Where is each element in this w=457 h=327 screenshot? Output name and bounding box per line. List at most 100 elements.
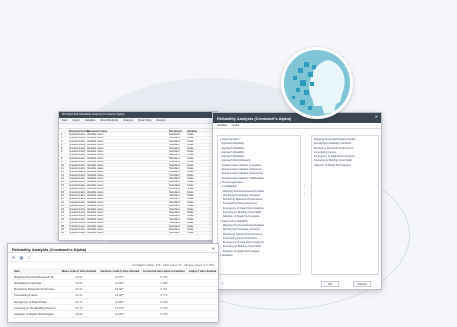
grid-cell: Scale — [187, 231, 194, 235]
table-row[interactable]: Adoption of Digital Technologies 23.02 14.… — [12, 310, 219, 318]
grid-cell: Scale — [187, 143, 194, 147]
grid-cell: Scale — [187, 163, 194, 167]
grid-cell: Scale — [187, 194, 194, 198]
grid-cell: Standard — [169, 167, 180, 170]
table-row[interactable]: 30 Questionnaire Variable name Standard Scal… — [61, 231, 215, 236]
export-icon[interactable]: ⇩ — [27, 255, 30, 260]
close-icon[interactable]: ✕ — [375, 114, 378, 119]
move-right-icon[interactable]: › — [304, 183, 309, 188]
grid-cell: Questionnaire — [69, 201, 86, 204]
grid-cell: Standard — [169, 187, 180, 191]
grid-cell: Scale — [187, 197, 194, 201]
grid-cell: Standard — [169, 170, 180, 174]
filter-icon[interactable]: ▦ — [19, 255, 23, 260]
menu-item[interactable]: Analysis — [123, 119, 133, 122]
grid-cell: 2 — [61, 136, 63, 140]
grid-cell: Variable name — [87, 153, 104, 157]
variable-tree[interactable]: ▾ Documentation Approach Reliability App… — [217, 135, 301, 275]
grid-cell: Variable name — [87, 218, 104, 221]
grid-cell: Variable name — [87, 197, 104, 201]
grid-cell: 7 — [61, 153, 63, 157]
grid-cell: 11 — [61, 167, 64, 170]
grid-cell: Questionnaire — [69, 218, 86, 221]
tab-variables[interactable]: Variables — [217, 124, 228, 127]
grid-cell: Questionnaire — [69, 143, 86, 147]
grid-cell: 26 — [61, 218, 64, 221]
grid-cell: Standard — [169, 228, 180, 231]
grid-cell: 20 — [61, 197, 64, 201]
ok-button[interactable]: OK — [321, 281, 339, 287]
grid-cell: Questionnaire — [69, 174, 86, 177]
grid-cell: Variable name — [87, 146, 104, 150]
grid-cell: Standard — [169, 231, 180, 235]
grid-cell: Variable name — [87, 143, 104, 147]
move-left-icon[interactable]: ‹ — [304, 191, 309, 196]
grid-cell: 25 — [61, 214, 64, 218]
grid-cell: Questionnaire — [69, 133, 86, 136]
close-icon[interactable]: ✕ — [212, 246, 215, 251]
grid-cell: 9 — [61, 160, 63, 164]
grid-cell: 23 — [61, 207, 64, 211]
menu-item[interactable]: Mixed Methods — [100, 119, 118, 122]
tab-codes[interactable]: Codes — [232, 124, 240, 127]
menu-item[interactable]: Import — [72, 119, 79, 122]
grid-cell: Questionnaire — [69, 231, 86, 235]
grid-cell: 8 — [61, 157, 63, 160]
grid-cell: Scale — [187, 191, 194, 194]
grid-cell: Questionnaire — [69, 180, 86, 184]
grid-cell: Questionnaire — [69, 194, 86, 198]
grid-cell: 1 — [61, 133, 63, 136]
grid-cell: Questionnaire — [69, 221, 86, 225]
dialog-tabs: Variables Codes — [213, 123, 381, 129]
grid-cell: Variable name — [87, 140, 104, 143]
grid-cell: Scale — [187, 211, 194, 214]
menu-item[interactable]: Visual Tools — [138, 119, 152, 122]
grid-cell: Variable name — [87, 231, 104, 235]
grid-cell: Standard — [169, 174, 180, 177]
grid-cell: 15 — [61, 180, 64, 184]
grid-cell: Variable name — [87, 221, 104, 225]
grid-cell: Standard — [169, 184, 180, 187]
grid-cell: Variable name — [87, 191, 104, 194]
grid-cell: 22 — [61, 204, 64, 208]
grid-cell: Questionnaire — [69, 187, 86, 191]
grid-cell: 21 — [61, 201, 64, 204]
grid-cell: Variable name — [87, 194, 104, 198]
grid-cell: Questionnaire — [69, 160, 86, 164]
grid-cell: 29 — [61, 228, 64, 231]
grid-cell: Questionnaire — [69, 177, 86, 181]
list-item[interactable]: Adoption of Digital Technologies — [314, 164, 376, 168]
menu-item[interactable]: Variables — [85, 119, 96, 122]
menu-item[interactable]: Reports — [156, 119, 165, 122]
grid-cell: Scale — [187, 177, 194, 181]
grid-cell: Questionnaire — [69, 150, 86, 153]
grid-cell: Standard — [169, 157, 180, 160]
menu-item[interactable]: Start — [62, 119, 67, 122]
grid-cell: Scale — [187, 184, 194, 187]
help-icon[interactable]: ? — [221, 281, 223, 286]
grid-cell: 27 — [61, 221, 64, 225]
grid-cell: 28 — [61, 224, 64, 228]
grid-cell: Variable name — [87, 150, 104, 153]
main-window-title: MAXQDA 2024 Reliability Analysis (Cronba… — [62, 113, 125, 116]
grid-cell: Scale — [187, 153, 194, 157]
cancel-button[interactable]: Cancel — [353, 281, 371, 287]
grid-header-cell: Document group — [69, 130, 90, 133]
main-window: MAXQDA 2024 Reliability Analysis (Cronba… — [58, 111, 218, 241]
selected-items-list[interactable]: Mapping Structural Research Model Identif… — [311, 135, 379, 275]
grid-cell: 14 — [61, 177, 64, 181]
refresh-icon[interactable]: ⟳ — [12, 255, 15, 260]
grid-cell: Variable name — [87, 136, 104, 140]
grid-cell: 30 — [61, 231, 64, 235]
grid-cell: 16 — [61, 184, 64, 187]
grid-cell: Questionnaire — [69, 214, 86, 218]
grid-cell: Scale — [187, 170, 194, 174]
tree-item[interactable]: ▾ Variables — [220, 254, 298, 258]
transfer-arrows: › ‹ — [304, 183, 309, 199]
grid-cell: Scale — [187, 218, 194, 221]
grid-cell: Questionnaire — [69, 197, 86, 201]
grid-cell: Standard — [169, 146, 180, 150]
grid-cell: Standard — [169, 180, 180, 184]
grid-cell: Standard — [169, 214, 180, 218]
table-cell: 0.754 — [141, 310, 187, 318]
